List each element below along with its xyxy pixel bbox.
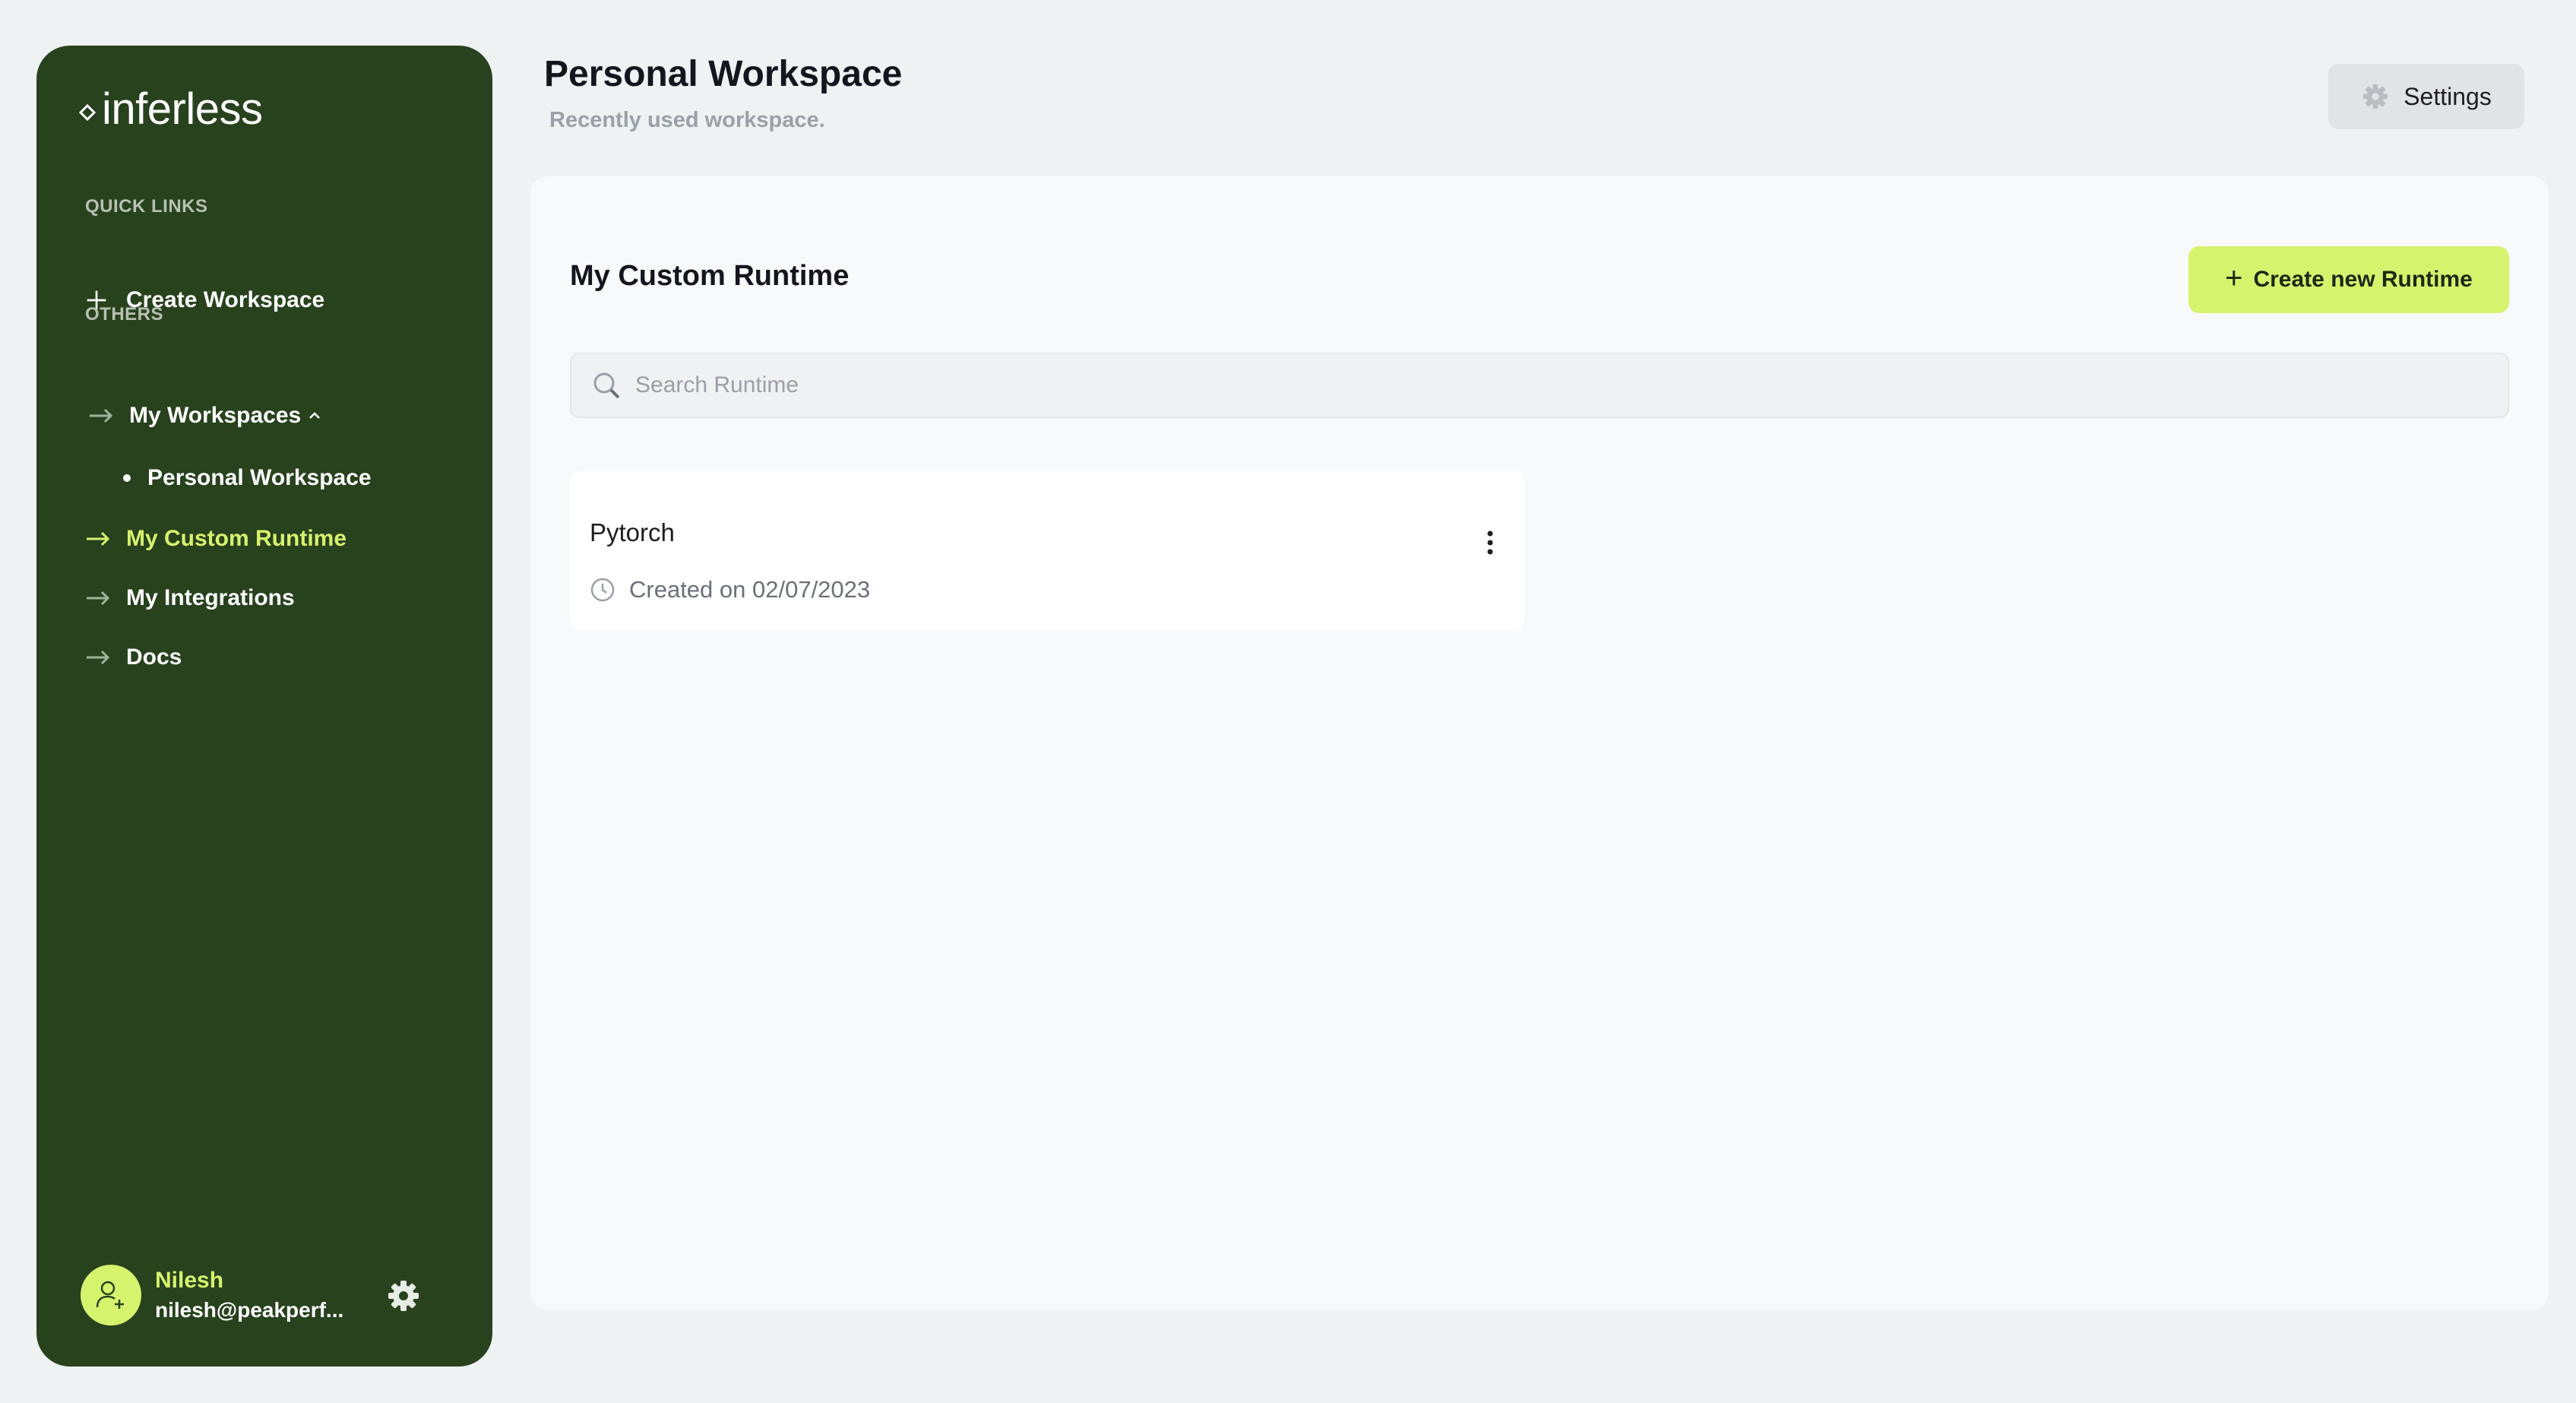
runtime-name: Pytorch — [590, 518, 675, 546]
docs-label: Docs — [126, 644, 182, 670]
page-subtitle: Recently used workspace. — [549, 108, 825, 132]
sidebar-item-my-workspaces[interactable]: My Workspaces — [88, 403, 322, 429]
runtime-created: Created on 02/07/2023 — [590, 576, 870, 603]
search-input[interactable] — [634, 372, 2460, 399]
my-workspaces-label: My Workspaces — [129, 403, 302, 428]
runtime-card[interactable]: Pytorch Created on 02/07/2023 — [570, 471, 1524, 629]
sidebar-item-my-integrations[interactable]: My Integrations — [85, 585, 295, 611]
search-icon — [593, 372, 620, 399]
runtime-panel: My Custom Runtime + Create new Runtime P… — [530, 176, 2549, 1310]
more-vertical-icon[interactable] — [1485, 527, 1495, 558]
gear-icon[interactable] — [386, 1278, 421, 1313]
page-title: Personal Workspace — [544, 54, 903, 94]
my-custom-runtime-label: My Custom Runtime — [126, 526, 347, 551]
logo[interactable]: inferless — [79, 84, 263, 135]
personal-workspace-label: Personal Workspace — [147, 465, 372, 490]
sidebar-item-my-custom-runtime[interactable]: My Custom Runtime — [85, 526, 347, 552]
quick-links-label: QUICK LINKS — [85, 196, 208, 217]
sidebar: inferless QUICK LINKS Create Workspace O… — [36, 46, 492, 1367]
runtime-created-text: Created on 02/07/2023 — [629, 576, 871, 603]
arrow-right-icon — [87, 591, 110, 606]
plus-icon: + — [2225, 261, 2243, 295]
sidebar-item-docs[interactable]: Docs — [85, 644, 182, 670]
create-runtime-button[interactable]: + Create new Runtime — [2188, 246, 2509, 313]
user-profile[interactable]: Nilesh nilesh@peakperf... — [81, 1265, 343, 1325]
arrow-right-icon — [87, 650, 110, 665]
others-label: OTHERS — [85, 304, 164, 325]
arrow-right-icon — [90, 408, 113, 423]
section-title: My Custom Runtime — [570, 260, 850, 292]
settings-label: Settings — [2404, 82, 2492, 110]
chevron-up-icon[interactable] — [307, 408, 322, 423]
my-integrations-label: My Integrations — [126, 585, 295, 610]
search-bar[interactable] — [570, 353, 2509, 418]
logo-text: inferless — [102, 84, 263, 134]
user-name: Nilesh — [155, 1268, 224, 1293]
sidebar-item-personal-workspace[interactable]: Personal Workspace — [123, 465, 372, 491]
settings-button[interactable]: Settings — [2328, 64, 2524, 129]
gear-icon — [2363, 84, 2388, 109]
arrow-right-icon — [87, 531, 110, 546]
avatar — [81, 1265, 141, 1325]
bullet-dot — [123, 474, 131, 482]
user-email: nilesh@peakperf... — [155, 1298, 344, 1322]
clock-icon — [590, 578, 615, 602]
user-add-icon — [96, 1281, 124, 1309]
create-runtime-label: Create new Runtime — [2253, 267, 2473, 292]
logo-mark-icon — [79, 103, 96, 121]
